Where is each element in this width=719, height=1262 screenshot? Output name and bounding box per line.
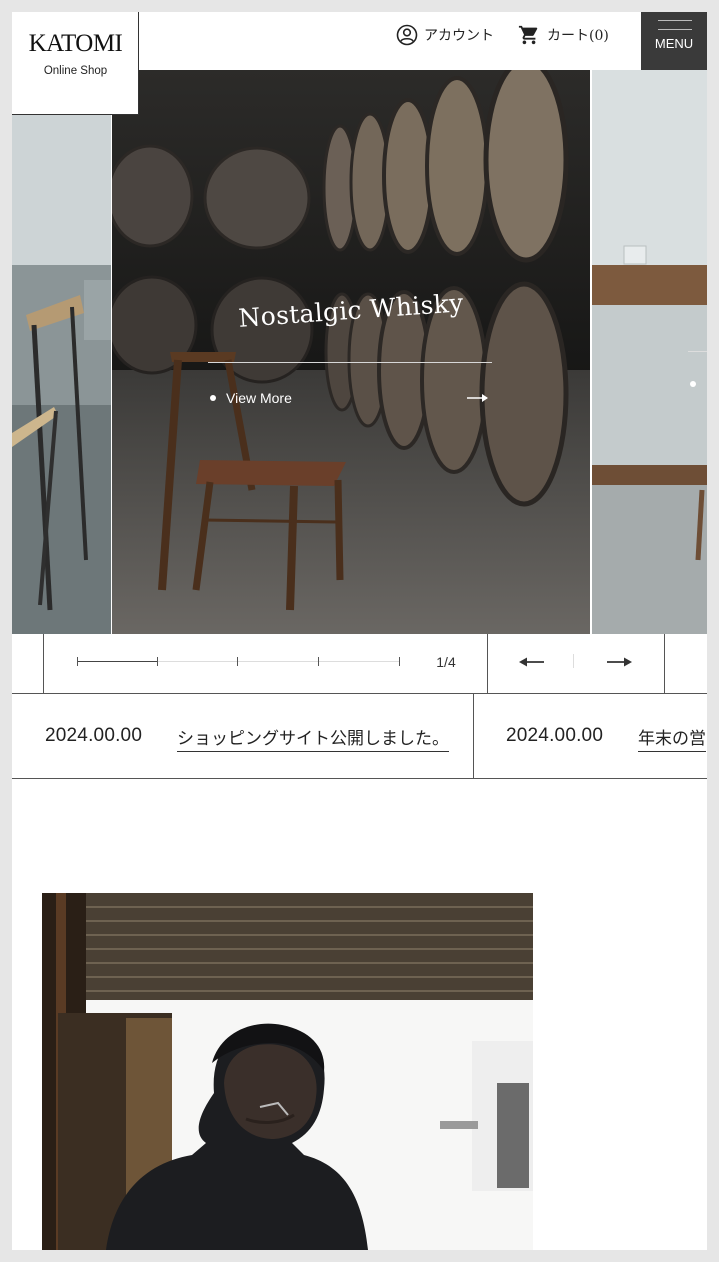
view-more-link[interactable]: View More (208, 388, 492, 408)
divider (473, 694, 474, 779)
menu-icon (658, 20, 692, 21)
arrow-right-icon (607, 657, 632, 667)
news-date: 2024.00.00 (45, 725, 143, 746)
user-circle-icon (396, 24, 418, 46)
slide-current[interactable]: Nostalgic Whisky View More (112, 70, 590, 634)
divider (487, 634, 488, 694)
craftsman-image (42, 893, 533, 1250)
arrow-right-icon (467, 394, 488, 402)
bullet-dot-icon (210, 395, 216, 401)
progress-tick (318, 657, 319, 666)
logo-subtitle: Online Shop (43, 65, 108, 77)
news-title-link[interactable]: 年末の営 (638, 724, 706, 752)
divider (573, 654, 574, 668)
next-slide-divider (688, 351, 707, 352)
craftsman-photo (42, 893, 533, 1250)
page-frame: アカウント カート(0) MENU KATOMI Online Shop Nos… (12, 12, 707, 1250)
progress-tick (237, 657, 238, 666)
progress-tick (77, 657, 78, 666)
news-title-link[interactable]: ショッピングサイト公開しました。 (177, 724, 449, 752)
whisky-barrels-photo (112, 70, 590, 634)
cart-icon (518, 25, 538, 45)
news-date: 2024.00.00 (506, 725, 604, 746)
chair-photo (12, 115, 111, 634)
progress-tick (399, 657, 400, 666)
logo-wordmark: KATOMI (28, 30, 123, 57)
menu-button[interactable]: MENU (641, 12, 707, 70)
hero-slider: Nostalgic Whisky View More (12, 70, 707, 634)
slide-next[interactable] (592, 70, 707, 634)
divider (43, 634, 44, 694)
slider-controls: 1/4 (12, 634, 707, 694)
bullet-dot-icon (690, 381, 696, 387)
progress-tick (157, 657, 158, 666)
arrow-left-icon (519, 657, 544, 667)
slider-progress-fill (77, 661, 158, 662)
news-ticker: 2024.00.00 ショッピングサイト公開しました。 2024.00.00 年… (12, 694, 707, 779)
account-label: アカウント (424, 28, 494, 44)
account-link[interactable]: アカウント (396, 23, 494, 47)
slide-divider (208, 362, 492, 363)
prev-slide-button[interactable] (517, 651, 547, 673)
slide-previous[interactable] (12, 115, 111, 634)
table-photo (592, 70, 707, 634)
divider (664, 634, 665, 694)
cart-link[interactable]: カート(0) (518, 23, 609, 47)
slide-counter: 1/4 (436, 654, 456, 670)
view-more-label: View More (226, 390, 292, 406)
next-slide-button[interactable] (604, 651, 634, 673)
menu-icon-line (658, 29, 692, 30)
logo[interactable]: KATOMI Online Shop (12, 12, 139, 115)
menu-label: MENU (654, 36, 694, 51)
slider-progress (77, 657, 400, 666)
cart-label: カート(0) (547, 28, 609, 44)
